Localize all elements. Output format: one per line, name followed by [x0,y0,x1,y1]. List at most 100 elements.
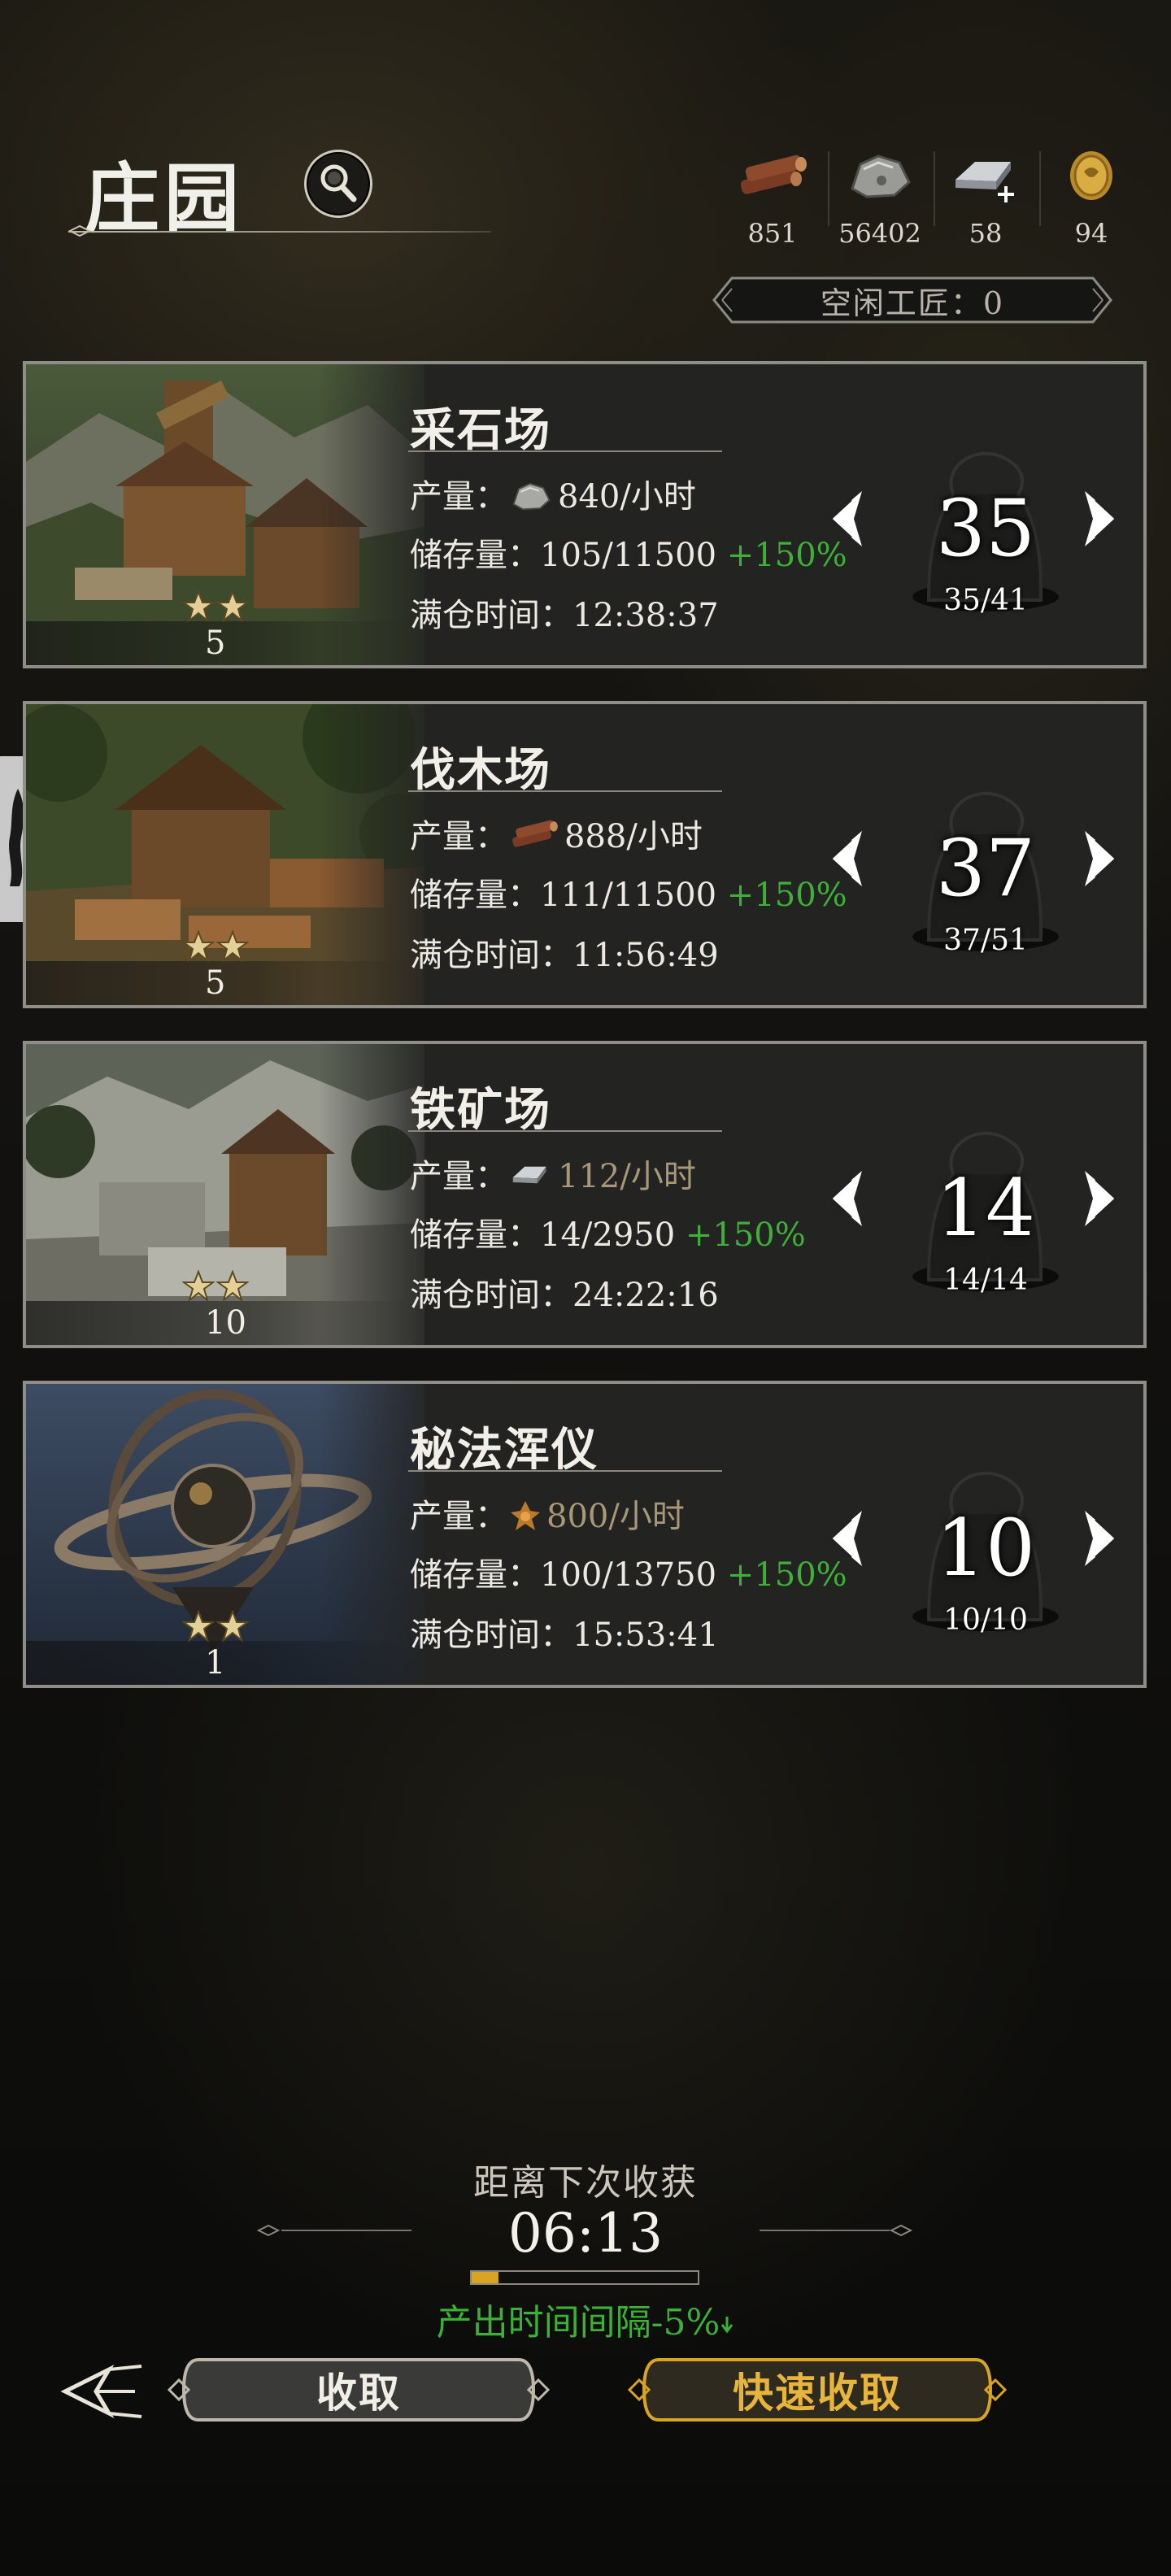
decrease-workers-button[interactable] [821,1506,872,1574]
increase-workers-button[interactable] [1075,826,1125,894]
resource-iron[interactable]: 58 [937,143,1034,249]
wood-amount: 851 [747,218,798,249]
stone-ore-icon [851,154,911,198]
interval-bonus-label: 产出时间间隔-5% [436,2302,720,2343]
resource-gold[interactable]: 94 [1043,143,1140,249]
worker-count: 37 [935,823,1036,914]
increase-workers-button[interactable] [1075,1506,1125,1574]
storage-value: 100/13750 [540,1556,717,1594]
building-level: 1 [205,1644,226,1682]
iron-ingot-icon [956,162,1014,202]
star-icon [182,1610,215,1643]
wood-log-icon [509,816,559,860]
building-name-divider [408,450,722,452]
building-name: 秘法浑仪 [410,1423,599,1477]
full-time-label: 满仓时间： [410,1277,572,1314]
back-arrow-icon[interactable] [60,2363,150,2420]
storage-value: 111/11500 [540,877,717,914]
chevron-left-icon [821,1171,872,1234]
building-stars [182,1270,249,1303]
full-time-value: 15:53:41 [572,1617,719,1654]
decrease-workers-button[interactable] [821,1166,872,1234]
idle-craftsmen-text: 空闲工匠：0 [820,285,1005,321]
resource-divider [934,151,935,226]
building-level: 5 [205,964,226,1002]
star-icon [216,1610,249,1643]
worker-capacity: 35/41 [943,584,1028,617]
search-icon [320,164,357,202]
worker-assignment: 35 35/41 [896,437,1075,617]
output-row: 产量： 840/小时 [410,470,696,520]
worker-capacity: 10/10 [943,1603,1028,1637]
building-card[interactable]: 5 采石场 产量： 840/小时 储存量：105/11500 +150% 满仓时间：12:… [23,361,1147,668]
star-icon [182,1270,215,1303]
iron-amount: 58 [969,218,1003,249]
full-time-label: 满仓时间： [410,937,572,974]
full-time-row: 满仓时间：15:53:41 [410,1608,719,1656]
decrease-workers-button[interactable] [821,826,872,894]
output-value: 800/小时 [546,1498,685,1535]
increase-workers-button[interactable] [1075,1166,1125,1234]
worker-capacity: 14/14 [943,1264,1028,1297]
storage-row: 储存量：105/11500 +150% [410,529,847,576]
full-time-label: 满仓时间： [410,1617,572,1654]
star-icon [182,590,215,623]
full-time-row: 满仓时间：11:56:49 [410,929,719,976]
quick-collect-label: 快速收取 [733,2369,902,2417]
resource-wood[interactable]: 851 [724,143,821,249]
interval-bonus-text: 产出时间间隔-5% [0,2293,1171,2345]
building-name-divider [408,1130,722,1132]
harvest-timer: 06:13 [507,2202,664,2265]
chevron-right-icon [1075,491,1125,555]
building-stars [182,1610,249,1643]
output-label: 产量： [410,1498,507,1535]
full-time-label: 满仓时间： [410,597,572,634]
worker-count: 35 [935,483,1036,574]
building-stars [182,930,249,963]
building-name-divider [408,1470,722,1472]
output-row: 产量： 112/小时 [410,1150,696,1200]
storage-bonus: +150% [685,1216,806,1254]
collect-button[interactable]: 收取 [166,2352,551,2428]
output-value: 888/小时 [564,818,703,855]
gold-coin-icon [1070,151,1112,200]
building-stars [182,590,249,623]
full-time-row: 满仓时间：12:38:37 [410,589,719,636]
collect-label: 收取 [316,2369,401,2417]
stone-ore-icon [509,480,553,520]
building-card[interactable]: 1 秘法浑仪产量： 800/小时储存量：100/13750 +150% 满仓时间：15… [23,1381,1147,1688]
building-level: 10 [205,1304,246,1342]
storage-value: 105/11500 [540,537,717,574]
arcane-crystal-icon [509,1499,542,1540]
full-time-row: 满仓时间：24:22:16 [410,1268,719,1316]
star-icon [216,1270,249,1303]
worker-assignment: 10 10/10 [896,1457,1075,1637]
output-label: 产量： [410,818,507,855]
storage-label: 储存量： [410,1556,540,1594]
resource-stone[interactable]: 56402 [831,143,929,249]
decrease-workers-button[interactable] [821,486,872,555]
full-time-value: 12:38:37 [572,597,719,634]
storage-label: 储存量： [410,537,540,574]
worker-count: 10 [935,1503,1036,1594]
full-time-value: 11:56:49 [572,937,719,974]
down-arrow-icon [721,2317,734,2334]
building-name: 采石场 [410,403,551,457]
increase-workers-button[interactable] [1075,486,1125,555]
worker-assignment: 14 14/14 [896,1117,1075,1297]
building-card[interactable]: 5 伐木场 产量： 888/小时 储存量：111/11500 +150% 满仓时间：11:… [23,701,1147,1008]
storage-value: 14/2950 [540,1216,676,1254]
storage-row: 储存量：100/13750 +150% [410,1548,847,1595]
output-label: 产量： [410,1158,507,1195]
worker-capacity: 37/51 [943,924,1028,957]
storage-row: 储存量：14/2950 +150% [410,1208,806,1255]
building-card[interactable]: 10 铁矿场 产量： 112/小时 储存量：14/2950 +150% 满仓时间：24:2… [23,1041,1147,1348]
star-icon [182,930,215,963]
idle-craftsmen-banner: 空闲工匠：0 [711,275,1114,325]
quick-collect-button[interactable]: 快速收取 [626,2352,1008,2428]
chevron-left-icon [821,831,872,894]
chevron-left-icon [821,1511,872,1574]
search-button[interactable] [304,150,372,218]
storage-row: 储存量：111/11500 +150% [410,868,847,916]
stone-amount: 56402 [838,218,921,249]
